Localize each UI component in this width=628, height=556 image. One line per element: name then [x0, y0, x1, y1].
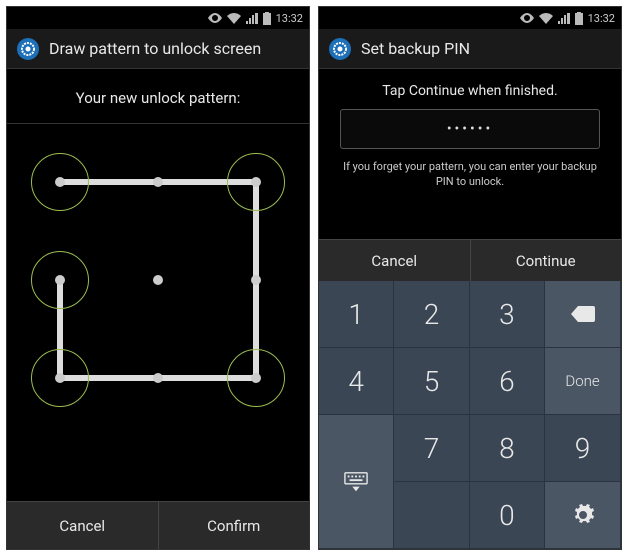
- done-key[interactable]: Done: [545, 348, 621, 415]
- mid-button-bar: Cancel Continue: [319, 239, 621, 283]
- key-4[interactable]: 4: [319, 348, 394, 415]
- cancel-button[interactable]: Cancel: [7, 502, 159, 549]
- continue-button[interactable]: Continue: [471, 240, 622, 282]
- status-bar: 13:32: [319, 7, 621, 29]
- page-title: Draw pattern to unlock screen: [49, 39, 261, 58]
- wifi-icon: [539, 13, 553, 24]
- status-time: 13:32: [276, 12, 303, 25]
- key-0[interactable]: 0: [470, 482, 545, 549]
- confirm-button[interactable]: Confirm: [159, 502, 310, 549]
- backup-pin-screen: 13:32 Set backup PIN Tap Continue when f…: [318, 6, 622, 550]
- battery-icon: [575, 12, 583, 25]
- settings-key[interactable]: [545, 482, 621, 549]
- settings-icon: [15, 36, 41, 62]
- pattern-dot[interactable]: [251, 275, 261, 285]
- key-9[interactable]: 9: [545, 415, 621, 482]
- keyboard-hide-icon: [344, 470, 368, 494]
- status-bar: 13:32: [7, 7, 309, 29]
- divider: [7, 123, 309, 124]
- settings-icon: [327, 36, 353, 62]
- key-blank: [394, 482, 469, 549]
- backspace-icon: [571, 302, 595, 326]
- hint-text: If you forget your pattern, you can ente…: [319, 149, 621, 200]
- key-8[interactable]: 8: [470, 415, 545, 482]
- pattern-dot[interactable]: [153, 275, 163, 285]
- numeric-keypad: 1 2 3 4 5 6 Done 7 8 9 0: [319, 281, 621, 549]
- pattern-dot[interactable]: [55, 275, 65, 285]
- gear-icon: [571, 503, 595, 527]
- subtitle-text: Tap Continue when finished.: [372, 69, 567, 109]
- eye-icon: [520, 13, 534, 23]
- signal-icon: [246, 13, 258, 24]
- instruction-text: Your new unlock pattern:: [66, 69, 251, 123]
- key-6[interactable]: 6: [470, 348, 545, 415]
- content-area: Your new unlock pattern:: [7, 69, 309, 414]
- pattern-dot[interactable]: [55, 177, 65, 187]
- header-bar: Set backup PIN: [319, 29, 621, 69]
- eye-icon: [208, 13, 222, 23]
- key-1[interactable]: 1: [319, 281, 394, 348]
- key-5[interactable]: 5: [394, 348, 469, 415]
- pattern-dot[interactable]: [153, 177, 163, 187]
- wifi-icon: [227, 13, 241, 24]
- signal-icon: [558, 13, 570, 24]
- pattern-dot[interactable]: [55, 373, 65, 383]
- battery-icon: [263, 12, 271, 25]
- pattern-unlock-screen: 13:32 Draw pattern to unlock screen Your…: [6, 6, 310, 550]
- content-area: Tap Continue when finished. •••••• If yo…: [319, 69, 621, 200]
- pattern-grid[interactable]: [24, 146, 292, 414]
- header-bar: Draw pattern to unlock screen: [7, 29, 309, 69]
- pattern-dot[interactable]: [251, 177, 261, 187]
- key-7[interactable]: 7: [394, 415, 469, 482]
- keyboard-hide-key[interactable]: [319, 415, 394, 549]
- page-title: Set backup PIN: [361, 39, 470, 58]
- bottom-button-bar: Cancel Confirm: [7, 501, 309, 549]
- key-3[interactable]: 3: [470, 281, 545, 348]
- key-2[interactable]: 2: [394, 281, 469, 348]
- status-time: 13:32: [588, 12, 615, 25]
- pattern-dot[interactable]: [251, 373, 261, 383]
- backspace-key[interactable]: [545, 281, 621, 348]
- cancel-button[interactable]: Cancel: [319, 240, 471, 282]
- pattern-dot[interactable]: [153, 373, 163, 383]
- pin-input[interactable]: ••••••: [340, 109, 600, 149]
